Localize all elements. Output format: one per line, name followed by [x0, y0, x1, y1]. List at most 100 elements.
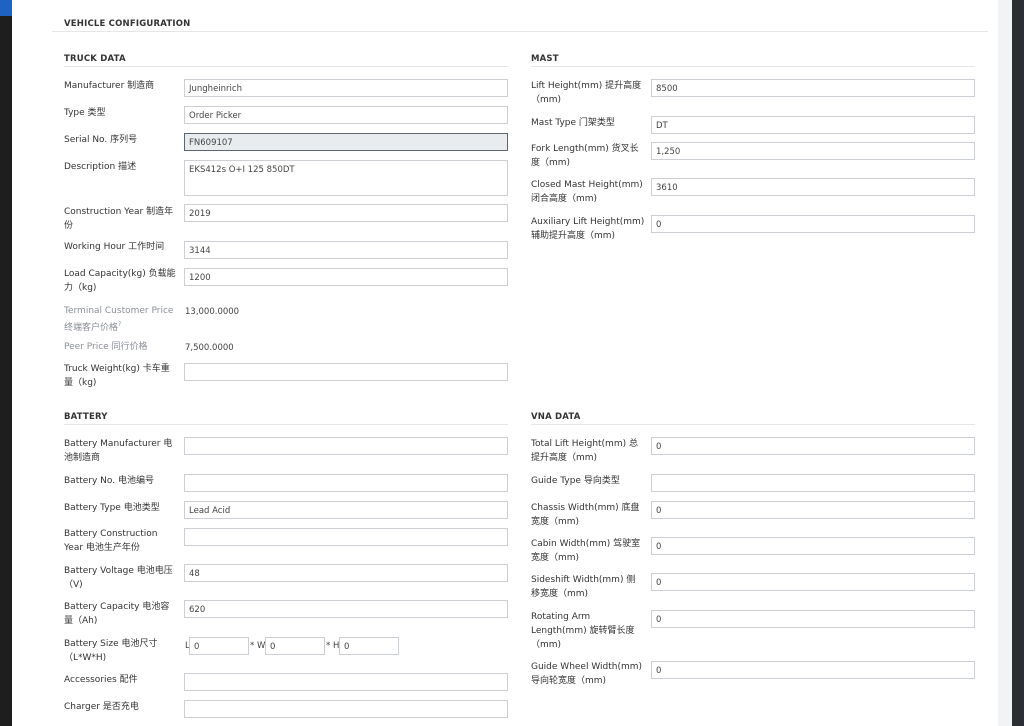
- total-lift-height-input[interactable]: 0: [651, 437, 975, 455]
- aux-lift-height-input[interactable]: 0: [651, 215, 975, 233]
- battery-size-l-input[interactable]: 0: [189, 637, 249, 655]
- truck-weight-input[interactable]: [184, 363, 508, 381]
- guide-wheel-width-label-line2: 导向轮宽度（mm): [531, 676, 607, 686]
- truck-weight-label-line2: 量（kg): [64, 378, 97, 388]
- chassis-width-input[interactable]: 0: [651, 501, 975, 519]
- rotating-arm-length-label-line2: Length(mm) 旋转臂长度: [531, 626, 635, 636]
- right-gutter: [998, 0, 1012, 726]
- rotating-arm-length-label-line1: Rotating Arm: [531, 612, 591, 622]
- aux-lift-height-label: Auxiliary Lift Height(mm) 辅助提升高度（mm): [531, 215, 644, 243]
- battery-manufacturer-label-line2: 池制造商: [64, 453, 101, 463]
- aux-lift-height-label-line2: 辅助提升高度（mm): [531, 231, 616, 241]
- battery-size-h-input[interactable]: 0: [339, 637, 399, 655]
- terminal-price-label: Terminal Customer Price 终端客户价格?: [64, 304, 173, 335]
- serial-label: Serial No. 序列号: [64, 135, 138, 145]
- closed-mast-height-label: Closed Mast Height(mm) 闭合高度（mm): [531, 178, 643, 206]
- serial-input[interactable]: FN609107: [184, 133, 508, 151]
- vehicle-config-card: VEHICLE CONFIGURATION TRUCK DATA Manufac…: [12, 0, 998, 726]
- sideshift-width-label-line1: Sideshift Width(mm) 侧: [531, 575, 636, 585]
- lift-height-input[interactable]: 8500: [651, 79, 975, 97]
- rotating-arm-length-input[interactable]: 0: [651, 610, 975, 628]
- terminal-price-label-line1: Terminal Customer Price: [64, 306, 174, 316]
- battery-size-w-input[interactable]: 0: [265, 637, 325, 655]
- guide-wheel-width-label-line1: Guide Wheel Width(mm): [531, 662, 643, 672]
- battery-manufacturer-label: Battery Manufacturer 电池制造商: [64, 437, 172, 465]
- total-lift-height-label-line1: Total Lift Height(mm) 总: [531, 439, 638, 449]
- truck-data-heading: TRUCK DATA: [64, 54, 126, 64]
- right-edge: [1012, 0, 1024, 726]
- battery-construction-year-label-line1: Battery Construction: [64, 529, 158, 539]
- left-edge-accent: [0, 0, 12, 16]
- cabin-width-label-line2: 宽度（mm): [531, 553, 580, 563]
- accessories-input[interactable]: [184, 673, 508, 691]
- construction-year-label: Construction Year 制造年份: [64, 205, 173, 233]
- lift-height-label: Lift Height(mm) 提升高度 （mm): [531, 79, 641, 107]
- sideshift-width-label: Sideshift Width(mm) 侧移宽度（mm): [531, 573, 635, 601]
- load-capacity-label: Load Capacity(kg) 负载能 力（kg): [64, 267, 176, 295]
- terminal-price-value: 13,000.0000: [185, 307, 240, 317]
- charger-label: Charger 是否充电: [64, 702, 139, 712]
- total-lift-height-label-line2: 提升高度（mm): [531, 453, 598, 463]
- chassis-width-label-line2: 宽度（mm): [531, 517, 580, 527]
- battery-size-label-line2: （L*W*H): [64, 653, 107, 663]
- battery-capacity-input[interactable]: 620: [184, 600, 508, 618]
- construction-year-input[interactable]: 2019: [184, 204, 508, 222]
- rotating-arm-length-label: Rotating Arm Length(mm) 旋转臂长度 （mm): [531, 610, 634, 652]
- battery-construction-year-input[interactable]: [184, 528, 508, 546]
- closed-mast-height-label-line1: Closed Mast Height(mm): [531, 180, 643, 190]
- battery-voltage-label-line2: （V): [64, 580, 83, 590]
- mast-divider: [531, 66, 975, 67]
- vna-divider: [531, 424, 975, 425]
- battery-no-input[interactable]: [184, 474, 508, 492]
- chassis-width-label: Chassis Width(mm) 底盘 宽度（mm): [531, 501, 640, 529]
- load-capacity-label-line1: Load Capacity(kg) 负载能: [64, 269, 176, 279]
- accessories-label: Accessories 配件: [64, 675, 138, 685]
- manufacturer-label: Manufacturer 制造商: [64, 81, 155, 91]
- battery-construction-year-label-line2: Year 电池生产年份: [64, 543, 140, 553]
- aux-lift-height-label-line1: Auxiliary Lift Height(mm): [531, 217, 645, 227]
- mast-type-input[interactable]: DT: [651, 116, 975, 134]
- guide-wheel-width-input[interactable]: 0: [651, 661, 975, 679]
- fork-length-input[interactable]: 1,250: [651, 142, 975, 160]
- sideshift-width-input[interactable]: 0: [651, 573, 975, 591]
- fork-length-label-line1: Fork Length(mm) 货叉长: [531, 144, 639, 154]
- cabin-width-label-line1: Cabin Width(mm) 驾驶室: [531, 539, 641, 549]
- load-capacity-input[interactable]: 1200: [184, 268, 508, 286]
- size-w-prefix: * W: [250, 641, 266, 651]
- mast-heading: MAST: [531, 54, 559, 64]
- battery-size-label: Battery Size 电池尺寸 （L*W*H): [64, 637, 158, 665]
- guide-type-input[interactable]: [651, 474, 975, 492]
- closed-mast-height-input[interactable]: 3610: [651, 178, 975, 196]
- cabin-width-input[interactable]: 0: [651, 537, 975, 555]
- battery-capacity-label-line2: 量（Ah): [64, 616, 98, 626]
- manufacturer-input[interactable]: Jungheinrich: [184, 79, 508, 97]
- construction-year-label-line2: 份: [64, 221, 74, 231]
- cabin-width-label: Cabin Width(mm) 驾驶室 宽度（mm): [531, 537, 640, 565]
- battery-manufacturer-label-line1: Battery Manufacturer 电: [64, 439, 173, 449]
- battery-manufacturer-input[interactable]: [184, 437, 508, 455]
- battery-voltage-input[interactable]: 48: [184, 564, 508, 582]
- construction-year-label-line1: Construction Year 制造年: [64, 207, 174, 217]
- peer-price-value: 7,500.0000: [185, 343, 234, 353]
- battery-divider: [64, 424, 508, 425]
- total-lift-height-label: Total Lift Height(mm) 总提升高度（mm): [531, 437, 638, 465]
- working-hour-input[interactable]: 3144: [184, 241, 508, 259]
- charger-input[interactable]: [184, 700, 508, 718]
- type-label: Type 类型: [64, 108, 106, 118]
- battery-capacity-label: Battery Capacity 电池容 量（Ah): [64, 600, 169, 628]
- truck-weight-label-line1: Truck Weight(kg) 卡车重: [64, 364, 170, 374]
- load-capacity-label-line2: 力（kg): [64, 283, 97, 293]
- left-edge: [0, 0, 12, 726]
- help-marker[interactable]: ?: [118, 321, 121, 328]
- battery-no-label: Battery No. 电池编号: [64, 476, 154, 486]
- working-hour-label: Working Hour 工作时间: [64, 242, 165, 252]
- type-input[interactable]: Order Picker: [184, 106, 508, 124]
- description-textarea[interactable]: EKS412s O+I 125 850DT: [184, 160, 508, 196]
- battery-type-input[interactable]: Lead Acid: [184, 501, 508, 519]
- fork-length-label: Fork Length(mm) 货叉长 度（mm): [531, 142, 639, 170]
- fork-length-label-line2: 度（mm): [531, 158, 571, 168]
- battery-capacity-label-line1: Battery Capacity 电池容: [64, 602, 170, 612]
- battery-voltage-label-line1: Battery Voltage 电池电压: [64, 566, 173, 576]
- truck-weight-label: Truck Weight(kg) 卡车重 量（kg): [64, 362, 170, 390]
- mast-type-label: Mast Type 门架类型: [531, 118, 615, 128]
